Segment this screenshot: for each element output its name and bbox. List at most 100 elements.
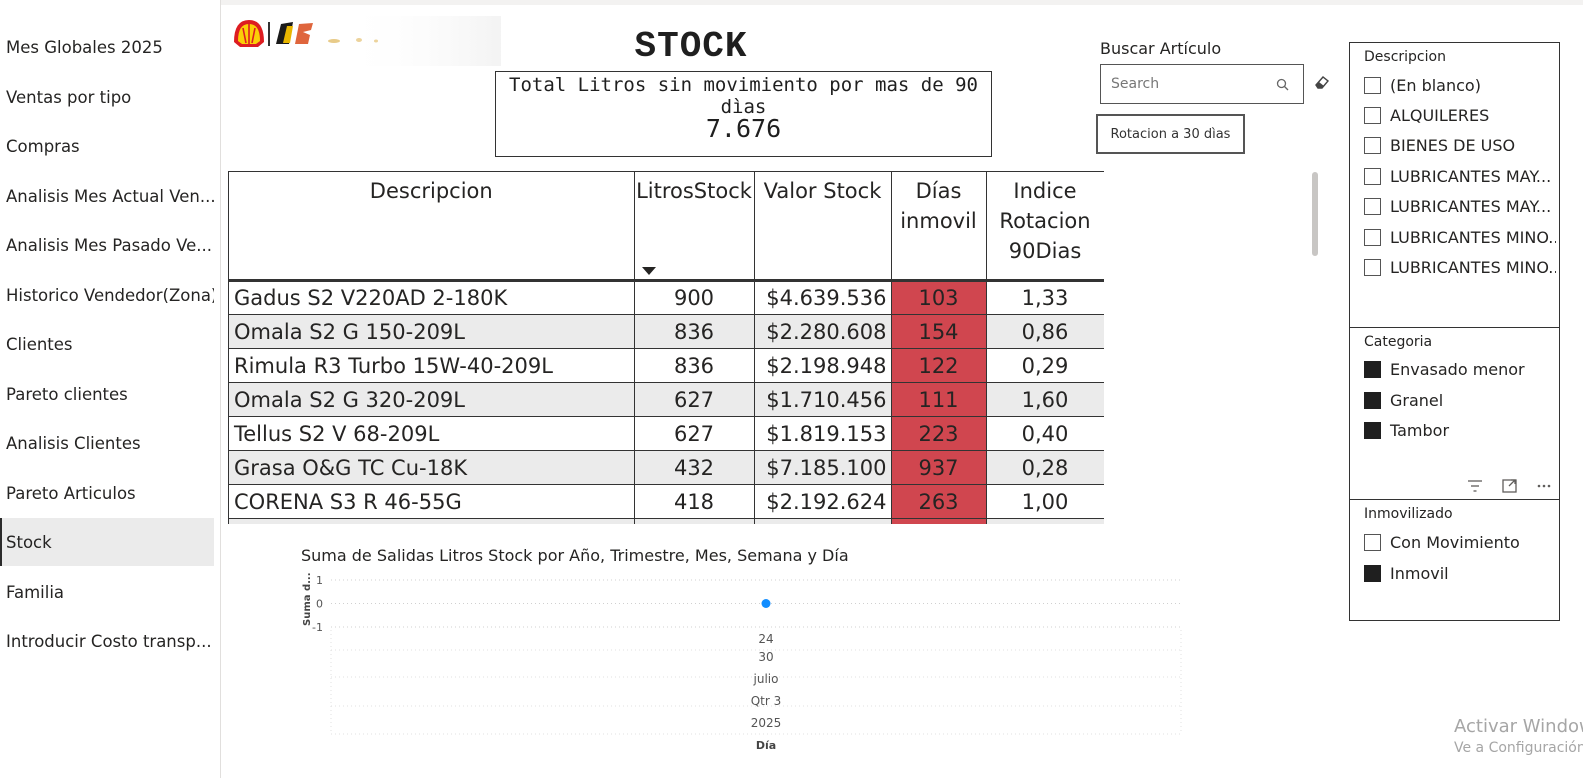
- cell-litros-stock: 432: [634, 450, 755, 485]
- nav-item-introducir-costo[interactable]: Introducir Costo transp...: [0, 617, 214, 665]
- column-header-descripcion[interactable]: Descripcion: [229, 171, 635, 282]
- nav-item-pareto-clientes[interactable]: Pareto clientes: [0, 370, 214, 418]
- table-row[interactable]: Tellus S2 V 68-209L 627 $1.819.153 223 0…: [229, 416, 1104, 451]
- page-title: STOCK: [634, 26, 748, 67]
- nav-item-stock[interactable]: Stock: [0, 518, 214, 566]
- checkbox[interactable]: [1364, 197, 1381, 215]
- x-level-label: 2025: [751, 716, 782, 730]
- nav-item-compras[interactable]: Compras: [0, 122, 214, 170]
- cell-litros-stock: 418: [634, 484, 755, 519]
- column-header-valor-stock[interactable]: Valor Stock: [754, 171, 892, 282]
- cell-dias-inmovil: 154: [891, 314, 987, 349]
- slicer-option[interactable]: LUBRICANTES MAY...: [1364, 165, 1556, 187]
- slicer-option[interactable]: LUBRICANTES MINO...: [1364, 226, 1556, 248]
- chart-data-points: [761, 599, 771, 608]
- search-box: [1100, 64, 1304, 104]
- slicer-option[interactable]: LUBRICANTES MINO...: [1364, 256, 1556, 278]
- column-header-litros-stock[interactable]: LitrosStock: [634, 171, 755, 282]
- cell-valor-stock: $2.198.948: [754, 348, 892, 383]
- slicer-title: Categoria: [1364, 334, 1433, 350]
- slicer-title: Inmovilizado: [1364, 506, 1453, 522]
- column-header-indice-rotacion[interactable]: Indice Rotacion 90Dias: [986, 171, 1104, 282]
- x-level-label: Qtr 3: [751, 694, 782, 708]
- nav-item-ventas-por-tipo[interactable]: Ventas por tipo: [0, 73, 214, 121]
- cell-dias-inmovil: 223: [891, 416, 987, 451]
- slicer-option-label: Inmovil: [1390, 563, 1449, 583]
- nav-item-analisis-mes-actual[interactable]: Analisis Mes Actual Ven...: [0, 172, 214, 220]
- nav-item-analisis-mes-pasado[interactable]: Analisis Mes Pasado Ve...: [0, 221, 214, 269]
- table-row-partial[interactable]: [229, 518, 1104, 524]
- nav-item-familia[interactable]: Familia: [0, 568, 214, 616]
- slicer-option-label: LUBRICANTES MINO...: [1390, 227, 1556, 247]
- checkbox-checked[interactable]: [1364, 391, 1381, 409]
- canvas-top-bar: [221, 0, 1583, 5]
- more-options-icon[interactable]: [1537, 484, 1551, 488]
- table-row[interactable]: Rimula R3 Turbo 15W-40-209L 836 $2.198.9…: [229, 348, 1104, 383]
- x-axis-hierarchy-labels: 24 30 julio Qtr 3 2025: [751, 632, 782, 730]
- nav-item-historico-vendedor[interactable]: Historico Vendedor(Zona): [0, 271, 214, 319]
- search-input[interactable]: [1101, 65, 1271, 103]
- checkbox[interactable]: [1364, 258, 1381, 276]
- cell-indice-rotacion: 0,28: [986, 450, 1104, 485]
- checkbox[interactable]: [1364, 228, 1381, 246]
- checkbox[interactable]: [1364, 136, 1381, 154]
- cell-indice-rotacion: 1,33: [986, 280, 1104, 315]
- checkbox-checked[interactable]: [1364, 360, 1381, 378]
- nav-item-mes-globales[interactable]: Mes Globales 2025: [0, 23, 214, 71]
- rotacion-30-dias-button[interactable]: Rotacion a 30 dìas: [1096, 114, 1245, 154]
- slicer-option[interactable]: (En blanco): [1364, 74, 1556, 96]
- table-row[interactable]: Omala S2 G 320-209L 627 $1.710.456 111 1…: [229, 382, 1104, 417]
- slicer-option[interactable]: Granel: [1364, 389, 1556, 411]
- column-header-dias-inmovil[interactable]: Días inmovil: [891, 171, 987, 282]
- cell-descripcion: Omala S2 G 320-209L: [229, 382, 635, 417]
- checkbox[interactable]: [1364, 167, 1381, 185]
- cell-indice-rotacion: 1,00: [986, 484, 1104, 519]
- windows-activation-watermark: Activar Windows: [1454, 716, 1583, 737]
- slicer-descripcion: Descripcion (En blanco) ALQUILERES BIENE…: [1349, 42, 1560, 329]
- cell-descripcion: CORENA S3 R 46-55G: [229, 484, 635, 519]
- search-icon[interactable]: [1275, 77, 1291, 93]
- checkbox[interactable]: [1364, 106, 1381, 124]
- table-scrollbar[interactable]: [1312, 172, 1318, 256]
- slicer-option-label: LUBRICANTES MAY...: [1390, 166, 1552, 186]
- slicer-option-label: ALQUILERES: [1390, 105, 1490, 125]
- slicer-title: Descripcion: [1364, 49, 1446, 65]
- slicer-option[interactable]: Con Movimiento: [1364, 531, 1556, 553]
- x-level-label: julio: [753, 672, 779, 686]
- checkbox[interactable]: [1364, 76, 1381, 94]
- cell-indice-rotacion: [986, 518, 1104, 524]
- eraser-icon[interactable]: [1313, 73, 1331, 91]
- cell-descripcion: Tellus S2 V 68-209L: [229, 416, 635, 451]
- cell-valor-stock: $4.639.536: [754, 280, 892, 315]
- checkbox-checked[interactable]: [1364, 564, 1381, 582]
- report-canvas: STOCK Total Litros sin movimiento por ma…: [221, 0, 1583, 778]
- table-row[interactable]: Gadus S2 V220AD 2-180K 900 $4.639.536 10…: [229, 280, 1104, 315]
- table-row[interactable]: Grasa O&G TC Cu-18K 432 $7.185.100 937 0…: [229, 450, 1104, 485]
- slicer-option-label: BIENES DE USO: [1390, 135, 1516, 155]
- shell-logo-icon: [234, 16, 501, 66]
- slicer-option[interactable]: Tambor: [1364, 419, 1556, 441]
- cell-descripcion: Gadus S2 V220AD 2-180K: [229, 280, 635, 315]
- filter-icon[interactable]: [1468, 480, 1482, 492]
- table-row[interactable]: Omala S2 G 150-209L 836 $2.280.608 154 0…: [229, 314, 1104, 349]
- slicer-option[interactable]: LUBRICANTES MAY...: [1364, 195, 1556, 217]
- slicer-option[interactable]: BIENES DE USO: [1364, 134, 1556, 156]
- salidas-litros-chart[interactable]: 1 0 -1 24 30 julio Qtr 3 2025 Suma d... Día: [291, 570, 1191, 760]
- focus-mode-icon[interactable]: [1502, 479, 1517, 493]
- cell-indice-rotacion: 0,29: [986, 348, 1104, 383]
- nav-item-analisis-clientes[interactable]: Analisis Clientes: [0, 419, 214, 467]
- table-row[interactable]: CORENA S3 R 46-55G 418 $2.192.624 263 1,…: [229, 484, 1104, 519]
- slicer-option[interactable]: Inmovil: [1364, 562, 1556, 584]
- cell-valor-stock: $2.192.624: [754, 484, 892, 519]
- checkbox-checked[interactable]: [1364, 421, 1381, 439]
- slicer-option[interactable]: ALQUILERES: [1364, 104, 1556, 126]
- kpi-card-litros-sin-movimiento[interactable]: Total Litros sin movimiento por mas de 9…: [495, 71, 992, 157]
- cell-indice-rotacion: 1,60: [986, 382, 1104, 417]
- data-point[interactable]: [761, 599, 771, 608]
- checkbox[interactable]: [1364, 533, 1381, 551]
- nav-item-clientes[interactable]: Clientes: [0, 320, 214, 368]
- slicer-categoria: Categoria Envasado menor Granel Tambor: [1349, 327, 1560, 501]
- nav-item-pareto-articulos[interactable]: Pareto Articulos: [0, 469, 214, 517]
- chart-gridlines: [330, 579, 1182, 735]
- slicer-option[interactable]: Envasado menor: [1364, 358, 1556, 380]
